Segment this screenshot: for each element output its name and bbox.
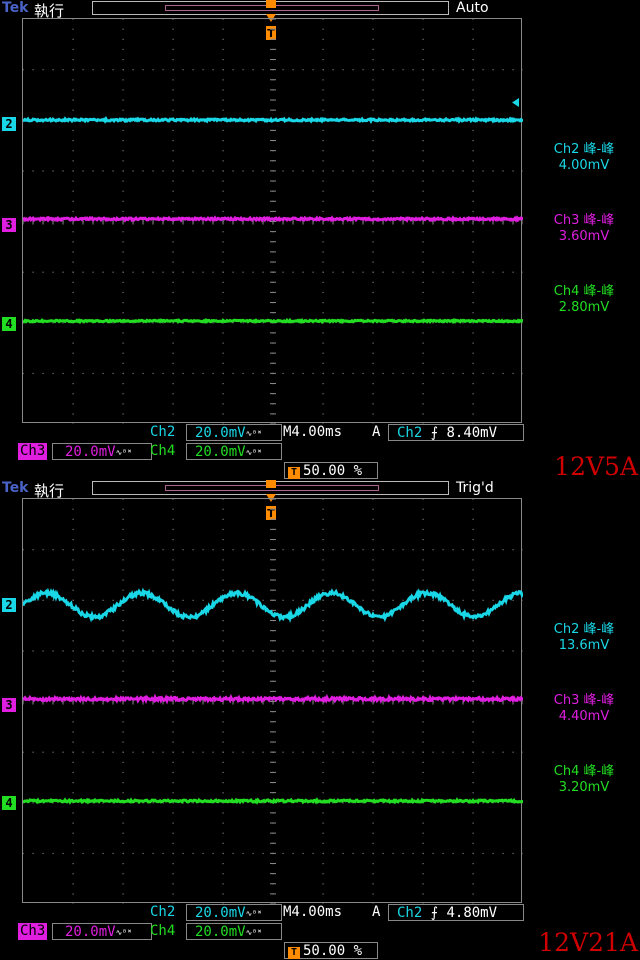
ch3-scale: 20.0mV bbox=[65, 924, 116, 940]
ch4-scale-box: 20.0mV∿ᴮᵂ bbox=[186, 923, 282, 940]
ch2-scale-box: 20.0mV∿ᴮᵂ bbox=[186, 904, 282, 921]
bandwidth-limit-icon: ∿ᴮᵂ bbox=[246, 928, 262, 937]
trigger-position: 50.00 % bbox=[303, 463, 362, 479]
trigger-position-box: T 50.00 % bbox=[284, 462, 378, 479]
measurement-value: 13.6mV bbox=[528, 638, 640, 654]
ch4-trace bbox=[23, 800, 523, 802]
channel-3-marker: 3 bbox=[2, 698, 16, 712]
ch2-scale: 20.0mV bbox=[195, 425, 246, 441]
measurement-ch4-pk2pk: Ch4 峰-峰 3.20mV bbox=[528, 764, 640, 796]
trigger-mode: A bbox=[372, 424, 380, 441]
measurement-ch4-pk2pk: Ch4 峰-峰 2.80mV bbox=[528, 284, 640, 316]
bandwidth-limit-icon: ∿ᴮᵂ bbox=[246, 448, 262, 457]
ch2-scale: 20.0mV bbox=[195, 905, 246, 921]
measurement-value: 3.20mV bbox=[528, 780, 640, 796]
ch4-scale-box: 20.0mV∿ᴮᵂ bbox=[186, 443, 282, 460]
condition-label: 12V5A bbox=[554, 452, 638, 481]
measurement-ch3-pk2pk: Ch3 峰-峰 3.60mV bbox=[528, 213, 640, 245]
ch4-trace bbox=[23, 320, 523, 321]
ch3-scale-box: 20.0mV∿ᴮᵂ bbox=[52, 443, 152, 460]
measurement-label: Ch2 峰-峰 bbox=[528, 622, 640, 638]
header-bar: Tek 執行 T Auto bbox=[0, 0, 640, 18]
timebase: M4.00ms bbox=[283, 424, 342, 441]
trigger-level: 4.80mV bbox=[446, 905, 497, 921]
measurement-label: Ch4 峰-峰 bbox=[528, 764, 640, 780]
trigger-state: Auto bbox=[456, 0, 489, 16]
bandwidth-limit-icon: ∿ᴮᵂ bbox=[246, 429, 262, 438]
graticule-svg bbox=[23, 19, 523, 424]
ch3-scale: 20.0mV bbox=[65, 444, 116, 460]
ch3-name: Ch3 bbox=[18, 443, 47, 460]
ch3-trace bbox=[23, 698, 523, 701]
rising-edge-icon: ⨍ bbox=[431, 425, 438, 441]
timebase: M4.00ms bbox=[283, 904, 342, 921]
ch3-name: Ch3 bbox=[18, 923, 47, 940]
trigger-position: 50.00 % bbox=[303, 943, 362, 959]
ch3-trace bbox=[23, 218, 523, 220]
channel-2-marker: 2 bbox=[2, 117, 16, 131]
brand-logo: Tek bbox=[2, 0, 29, 16]
trigger-source: Ch2 bbox=[397, 425, 422, 441]
header-bar: Tek 執行 T Trig'd bbox=[0, 480, 640, 498]
ch2-name: Ch2 bbox=[150, 904, 175, 921]
trigger-position-box: T 50.00 % bbox=[284, 942, 378, 959]
measurement-value: 4.40mV bbox=[528, 709, 640, 725]
scope-panel-bottom: Tek 執行 T Trig'd 2 3 4 Ch2 峰-峰 13.6mV Ch3… bbox=[0, 480, 640, 960]
scope-panel-top: Tek 執行 T Auto 2 3 4 Ch2 峰-峰 4.00mV Ch3 峰… bbox=[0, 0, 640, 480]
measurement-label: Ch4 峰-峰 bbox=[528, 284, 640, 300]
measurement-ch3-pk2pk: Ch3 峰-峰 4.40mV bbox=[528, 693, 640, 725]
ch4-name: Ch4 bbox=[150, 443, 175, 460]
ch2-trace bbox=[23, 591, 523, 618]
ch4-name: Ch4 bbox=[150, 923, 175, 940]
channel-4-marker: 4 bbox=[2, 796, 16, 810]
trigger-info-box: Ch2 ⨍ 4.80mV bbox=[388, 904, 524, 921]
ch4-scale: 20.0mV bbox=[195, 444, 246, 460]
ch4-scale: 20.0mV bbox=[195, 924, 246, 940]
trigger-state: Trig'd bbox=[456, 480, 494, 496]
measurement-value: 2.80mV bbox=[528, 300, 640, 316]
channel-3-marker: 3 bbox=[2, 218, 16, 232]
measurement-label: Ch3 峰-峰 bbox=[528, 213, 640, 229]
status-row-1: Ch2 20.0mV∿ᴮᵂ M4.00ms A Ch2 ⨍ 8.40mV bbox=[0, 424, 640, 442]
status-row-1: Ch2 20.0mV∿ᴮᵂ M4.00ms A Ch2 ⨍ 4.80mV bbox=[0, 904, 640, 922]
measurement-ch2-pk2pk: Ch2 峰-峰 4.00mV bbox=[528, 142, 640, 174]
ch3-scale-box: 20.0mV∿ᴮᵂ bbox=[52, 923, 152, 940]
trigger-t-icon: T bbox=[288, 467, 300, 479]
trigger-source: Ch2 bbox=[397, 905, 422, 921]
trigger-t-icon: T bbox=[288, 947, 300, 959]
waveform-graticule bbox=[22, 18, 522, 423]
waveform-graticule bbox=[22, 498, 522, 903]
condition-label: 12V21A bbox=[538, 928, 638, 957]
brand-logo: Tek bbox=[2, 480, 29, 496]
trigger-mode: A bbox=[372, 904, 380, 921]
measurement-value: 4.00mV bbox=[528, 158, 640, 174]
bandwidth-limit-icon: ∿ᴮᵂ bbox=[116, 448, 132, 457]
trigger-level-marker bbox=[510, 98, 520, 108]
measurement-label: Ch2 峰-峰 bbox=[528, 142, 640, 158]
measurement-label: Ch3 峰-峰 bbox=[528, 693, 640, 709]
trigger-level: 8.40mV bbox=[446, 425, 497, 441]
status-row-2: Ch3 20.0mV∿ᴮᵂ Ch4 20.0mV∿ᴮᵂ bbox=[0, 443, 640, 461]
ch2-name: Ch2 bbox=[150, 424, 175, 441]
rising-edge-icon: ⨍ bbox=[431, 905, 438, 921]
channel-4-marker: 4 bbox=[2, 317, 16, 331]
ch2-trace bbox=[23, 119, 523, 121]
ch2-scale-box: 20.0mV∿ᴮᵂ bbox=[186, 424, 282, 441]
measurement-value: 3.60mV bbox=[528, 229, 640, 245]
bandwidth-limit-icon: ∿ᴮᵂ bbox=[116, 928, 132, 937]
status-row-3: T 50.00 % bbox=[0, 462, 640, 480]
measurement-ch2-pk2pk: Ch2 峰-峰 13.6mV bbox=[528, 622, 640, 654]
bandwidth-limit-icon: ∿ᴮᵂ bbox=[246, 909, 262, 918]
channel-2-marker: 2 bbox=[2, 598, 16, 612]
graticule-svg bbox=[23, 499, 523, 904]
trigger-info-box: Ch2 ⨍ 8.40mV bbox=[388, 424, 524, 441]
